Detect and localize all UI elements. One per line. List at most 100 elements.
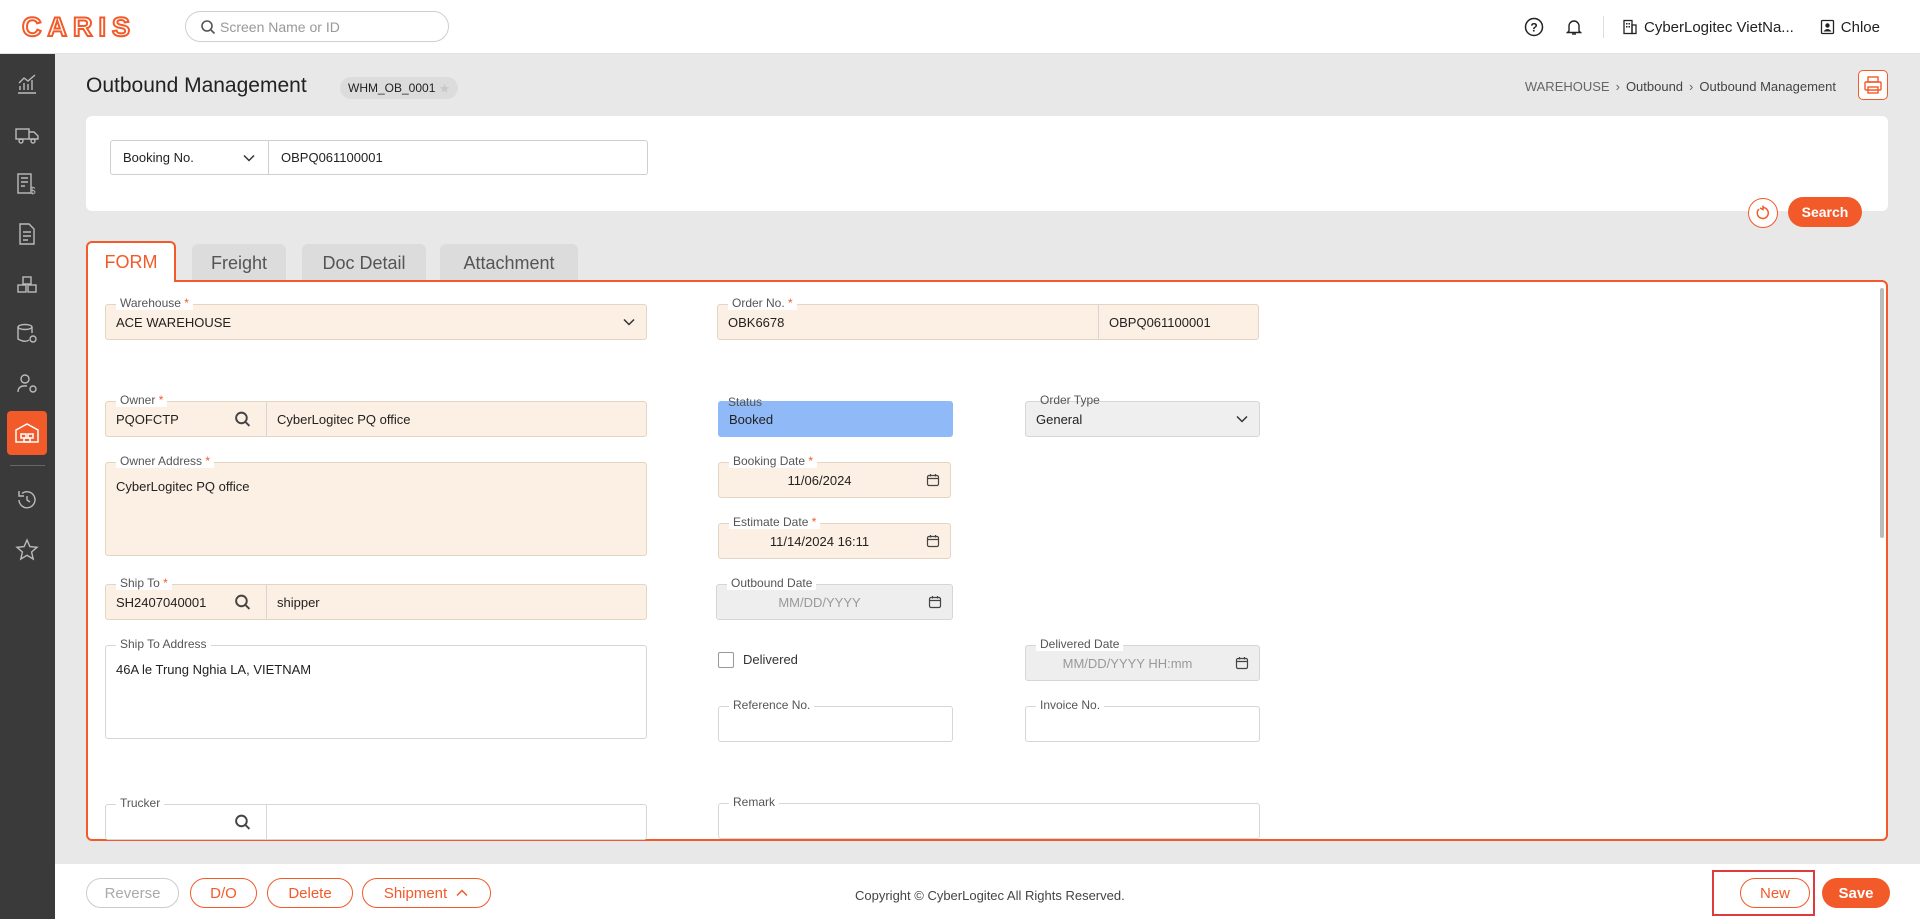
owner-field[interactable]: Owner * PQOFCTP CyberLogitec PQ office: [105, 393, 647, 437]
delivered-date-placeholder: MM/DD/YYYY HH:mm: [1062, 655, 1193, 671]
calendar-icon[interactable]: [926, 534, 940, 548]
reference-no-label: Reference No.: [729, 698, 815, 712]
sidebar: $: [0, 54, 55, 919]
history-icon[interactable]: [7, 480, 47, 520]
delivered-date-field: Delivered Date MM/DD/YYYY HH:mm: [1025, 637, 1260, 681]
booking-no-value: OBPQ061100001: [281, 150, 383, 165]
order-type-select[interactable]: Order Type General: [1025, 393, 1260, 437]
copyright-text: Copyright © CyberLogitec All Rights Rese…: [855, 888, 1125, 903]
order-no-secondary-value: OBPQ061100001: [1109, 314, 1211, 330]
company-selector[interactable]: CyberLogitec VietNa...: [1622, 19, 1794, 36]
chevron-right-icon: ›: [1615, 79, 1620, 94]
estimate-date-field[interactable]: Estimate Date * 11/14/2024 16:11: [718, 515, 951, 559]
truck-icon[interactable]: [7, 114, 47, 154]
header-actions: ? CyberLogitec VietNa... Chloe: [1523, 0, 1920, 54]
screen-id-badge: WHM_OB_0001: [340, 77, 459, 99]
calendar-icon: [928, 595, 942, 609]
warehouse-icon[interactable]: [7, 411, 47, 455]
caris-logo[interactable]: CARIS: [22, 14, 162, 40]
chevron-right-icon: ›: [1689, 79, 1694, 94]
database-settings-icon[interactable]: [7, 314, 47, 354]
ship-to-address-field[interactable]: Ship To Address 46A le Trung Nghia LA, V…: [105, 637, 647, 739]
invoice-no-label: Invoice No.: [1036, 698, 1105, 712]
booking-date-field[interactable]: Booking Date * 11/06/2024: [718, 454, 951, 498]
magnifier-icon[interactable]: [234, 411, 251, 428]
bell-icon[interactable]: [1563, 16, 1585, 38]
reverse-button[interactable]: Reverse: [86, 878, 179, 908]
status-label: Status: [728, 395, 763, 409]
top-bar: CARIS Screen Name or ID ? CyberLogitec V…: [0, 0, 1920, 54]
field-divider: [266, 585, 267, 619]
printer-icon: [1864, 76, 1882, 94]
owner-address-field[interactable]: Owner Address * CyberLogitec PQ office: [105, 454, 647, 556]
user-settings-icon[interactable]: [7, 364, 47, 404]
reference-no-input[interactable]: Reference No.: [718, 698, 953, 742]
owner-address-value: CyberLogitec PQ office: [116, 479, 250, 494]
breadcrumb-item-warehouse[interactable]: WAREHOUSE: [1525, 79, 1610, 94]
user-badge-icon: [1820, 19, 1834, 35]
trucker-label: Trucker: [116, 796, 165, 810]
document-icon[interactable]: [7, 214, 47, 254]
invoice-no-input[interactable]: Invoice No.: [1025, 698, 1260, 742]
favorite-star-icon[interactable]: [439, 83, 450, 94]
tab-form[interactable]: FORM: [86, 241, 176, 282]
user-name: Chloe: [1840, 18, 1880, 36]
svg-text:$: $: [30, 186, 36, 196]
order-no-field[interactable]: Order No. * OBK6678 OBPQ061100001: [717, 296, 1259, 340]
remark-input[interactable]: Remark: [718, 795, 1260, 839]
tab-freight[interactable]: Freight: [192, 244, 286, 282]
print-button[interactable]: [1858, 70, 1888, 100]
user-menu[interactable]: Chloe: [1820, 19, 1880, 36]
outbound-date-placeholder: MM/DD/YYYY: [778, 594, 861, 610]
do-button[interactable]: D/O: [190, 878, 257, 908]
magnifier-icon[interactable]: [234, 814, 251, 831]
shipment-label: Shipment: [383, 884, 448, 902]
boxes-icon[interactable]: [7, 264, 47, 304]
ship-to-field[interactable]: Ship To * SH2407040001 shipper: [105, 576, 647, 620]
ship-to-address-value: 46A le Trung Nghia LA, VIETNAM: [116, 662, 312, 677]
order-no-value: OBK6678: [728, 314, 785, 330]
star-icon[interactable]: [7, 530, 47, 570]
owner-name-value: CyberLogitec PQ office: [277, 411, 411, 427]
search-type-value: Booking No.: [123, 150, 194, 165]
search-button[interactable]: Search: [1788, 197, 1862, 227]
tab-doc-detail[interactable]: Doc Detail: [302, 244, 426, 282]
billing-icon[interactable]: $: [7, 164, 47, 204]
company-name: CyberLogitec VietNa...: [1643, 18, 1794, 36]
form-panel: [86, 280, 1888, 841]
outbound-date-field: Outbound Date MM/DD/YYYY: [716, 576, 953, 620]
owner-address-label: Owner Address *: [116, 454, 215, 468]
building-icon: [1623, 19, 1637, 35]
dashboard-icon[interactable]: [7, 64, 47, 104]
estimate-date-value: 11/14/2024 16:11: [769, 533, 870, 549]
chevron-down-icon: [622, 315, 636, 329]
breadcrumb-item-outbound[interactable]: Outbound: [1626, 79, 1683, 94]
search-type-select[interactable]: Booking No.: [110, 140, 269, 175]
tab-attachment[interactable]: Attachment: [440, 244, 578, 282]
screen-search-placeholder: Screen Name or ID: [220, 18, 340, 35]
delivered-checkbox[interactable]: [718, 652, 734, 668]
delete-button[interactable]: Delete: [267, 878, 353, 908]
chevron-up-icon: [456, 889, 468, 897]
booking-date-value: 11/06/2024: [787, 472, 852, 488]
screen-search-input[interactable]: Screen Name or ID: [185, 11, 449, 42]
booking-no-input[interactable]: OBPQ061100001: [269, 140, 648, 175]
form-scrollbar[interactable]: [1880, 288, 1884, 538]
ship-to-address-label: Ship To Address: [116, 637, 211, 651]
sidebar-divider: [10, 465, 45, 466]
breadcrumb: WAREHOUSE › Outbound › Outbound Manageme…: [1525, 79, 1836, 94]
calendar-icon[interactable]: [926, 473, 940, 487]
magnifier-icon[interactable]: [234, 594, 251, 611]
page-title: Outbound Management: [86, 74, 307, 97]
shipment-button[interactable]: Shipment: [362, 878, 491, 908]
screen-id-text: WHM_OB_0001: [348, 81, 436, 95]
new-button[interactable]: New: [1740, 878, 1810, 908]
reset-button[interactable]: [1748, 198, 1778, 228]
warehouse-select[interactable]: Warehouse * ACE WAREHOUSE: [105, 296, 647, 340]
help-icon[interactable]: ?: [1523, 16, 1545, 38]
save-button[interactable]: Save: [1822, 878, 1890, 908]
breadcrumb-item-outbound-management: Outbound Management: [1699, 79, 1836, 94]
remark-label: Remark: [729, 795, 780, 809]
field-divider: [1098, 305, 1099, 339]
trucker-field[interactable]: Trucker: [105, 796, 647, 840]
